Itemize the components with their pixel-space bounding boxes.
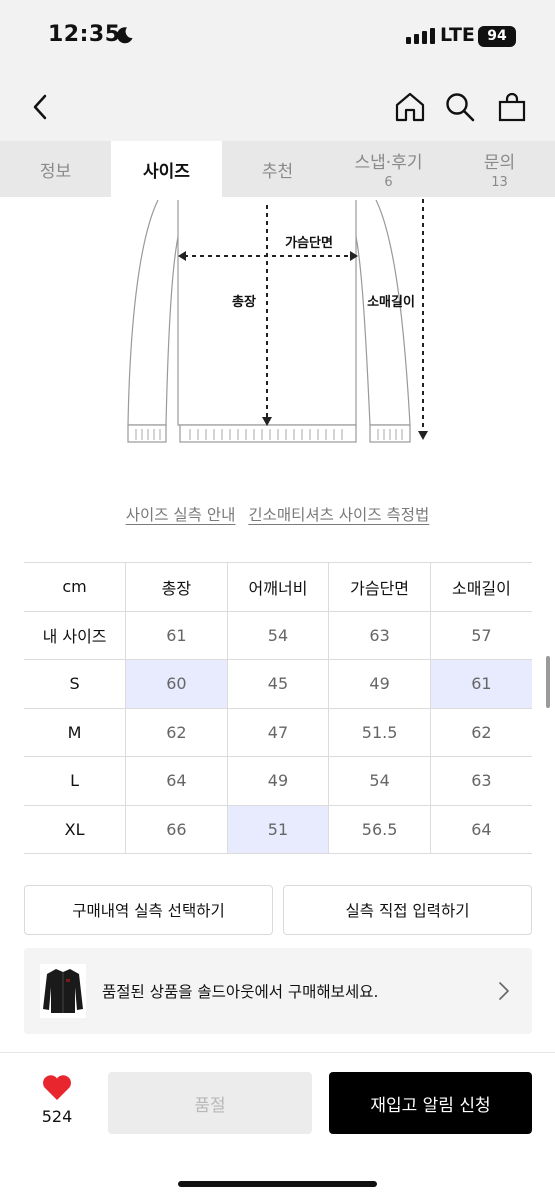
nav-bar bbox=[0, 75, 555, 141]
measurement-diagram: 가슴단면 총장 소매길이 bbox=[0, 197, 555, 457]
search-icon bbox=[446, 93, 475, 122]
table-cell-highlighted: 60 bbox=[125, 659, 228, 709]
direct-input-measure-button[interactable]: 실측 직접 입력하기 bbox=[283, 885, 532, 935]
table-cell: 63 bbox=[430, 756, 532, 806]
table-cell: 66 bbox=[125, 805, 228, 854]
table-cell: 62 bbox=[125, 708, 228, 757]
table-cell: 54 bbox=[227, 611, 330, 660]
tab-recommend[interactable]: 추천 bbox=[222, 141, 333, 197]
table-header: 소매길이 bbox=[430, 562, 532, 612]
soldout-button: 품절 bbox=[108, 1072, 312, 1134]
tab-bar: 정보 사이즈 추천 스냅·후기 6 문의 13 bbox=[0, 141, 555, 197]
chest-label: 가슴단면 bbox=[285, 235, 333, 251]
chevron-left-icon bbox=[33, 94, 47, 120]
size-guide-link[interactable]: 사이즈 실측 안내 bbox=[126, 506, 236, 524]
size-guide-links: 사이즈 실측 안내 긴소매티셔츠 사이즈 측정법 bbox=[0, 503, 555, 525]
table-cell: 51.5 bbox=[328, 708, 431, 757]
tab-label: 정보 bbox=[39, 161, 72, 182]
home-icon bbox=[395, 92, 425, 122]
cart-button[interactable] bbox=[494, 89, 530, 125]
table-row-my-size: 내 사이즈 61 54 63 57 bbox=[24, 611, 532, 660]
table-cell: 49 bbox=[328, 659, 431, 709]
home-button[interactable] bbox=[392, 89, 428, 125]
table-row-xl[interactable]: XL 66 51 56.5 64 bbox=[24, 805, 532, 854]
product-thumbnail bbox=[40, 964, 86, 1018]
table-cell: 47 bbox=[227, 708, 330, 757]
soldout-banner-text: 품절된 상품을 솔드아웃에서 구매해보세요. bbox=[102, 983, 379, 1001]
sleeve-label: 소매길이 bbox=[367, 294, 415, 310]
home-indicator bbox=[178, 1181, 377, 1187]
moon-icon bbox=[116, 27, 133, 44]
jacket-thumbnail-icon bbox=[43, 969, 83, 1013]
tab-label: 사이즈 bbox=[143, 161, 190, 182]
table-header: 총장 bbox=[125, 562, 228, 612]
table-cell: 49 bbox=[227, 756, 330, 806]
like-count: 524 bbox=[41, 1107, 73, 1126]
status-time: 12:35 bbox=[48, 22, 121, 47]
tab-label: 추천 bbox=[261, 161, 294, 182]
table-cell-highlighted: 61 bbox=[430, 659, 532, 709]
status-bar: 12:35 LTE 94 bbox=[0, 0, 555, 75]
tab-label: 문의 bbox=[483, 153, 516, 173]
tab-count: 6 bbox=[384, 175, 393, 190]
tab-info[interactable]: 정보 bbox=[0, 141, 111, 197]
tab-count: 13 bbox=[491, 175, 508, 190]
table-cell: 57 bbox=[430, 611, 532, 660]
like-button[interactable]: 524 bbox=[36, 1074, 78, 1126]
table-header: 어깨너비 bbox=[227, 562, 330, 612]
size-table: cm 총장 어깨너비 가슴단면 소매길이 내 사이즈 61 54 63 57 S… bbox=[24, 562, 532, 854]
table-cell: 61 bbox=[125, 611, 228, 660]
table-cell: M bbox=[24, 708, 127, 757]
table-cell: 56.5 bbox=[328, 805, 431, 854]
soldout-banner[interactable]: 품절된 상품을 솔드아웃에서 구매해보세요. bbox=[24, 948, 532, 1034]
restock-alert-button[interactable]: 재입고 알림 신청 bbox=[329, 1072, 532, 1134]
table-cell: 내 사이즈 bbox=[24, 611, 127, 660]
table-cell: 45 bbox=[227, 659, 330, 709]
tab-inquiry[interactable]: 문의 13 bbox=[444, 141, 555, 197]
table-row-m[interactable]: M 62 47 51.5 62 bbox=[24, 708, 532, 757]
table-cell: 63 bbox=[328, 611, 431, 660]
battery-icon: 94 bbox=[478, 26, 516, 47]
table-cell: S bbox=[24, 659, 127, 709]
shopping-bag-icon bbox=[498, 92, 526, 122]
table-cell-highlighted: 51 bbox=[227, 805, 330, 854]
search-button[interactable] bbox=[442, 89, 478, 125]
table-cell: L bbox=[24, 756, 127, 806]
heart-icon bbox=[43, 1075, 71, 1100]
back-button[interactable] bbox=[22, 89, 58, 125]
tab-snap-review[interactable]: 스냅·후기 6 bbox=[333, 141, 444, 197]
table-cell: 64 bbox=[430, 805, 532, 854]
measure-actions: 구매내역 실측 선택하기 실측 직접 입력하기 bbox=[24, 885, 532, 935]
table-row-s[interactable]: S 60 45 49 61 bbox=[24, 659, 532, 709]
table-cell: 62 bbox=[430, 708, 532, 757]
divider bbox=[0, 1052, 555, 1053]
table-cell: 64 bbox=[125, 756, 228, 806]
tab-size[interactable]: 사이즈 bbox=[111, 141, 222, 197]
length-label: 총장 bbox=[232, 294, 256, 310]
sweatshirt-illustration: 가슴단면 총장 소매길이 bbox=[127, 199, 428, 443]
table-cell: 54 bbox=[328, 756, 431, 806]
scrollbar[interactable] bbox=[546, 656, 550, 708]
measure-guide-link[interactable]: 긴소매티셔츠 사이즈 측정법 bbox=[248, 506, 429, 524]
tab-label: 스냅·후기 bbox=[354, 153, 423, 173]
table-header-row: cm 총장 어깨너비 가슴단면 소매길이 bbox=[24, 562, 532, 612]
table-cell: XL bbox=[24, 805, 127, 854]
select-purchase-measure-button[interactable]: 구매내역 실측 선택하기 bbox=[24, 885, 273, 935]
network-label: LTE bbox=[440, 24, 475, 46]
table-header: 가슴단면 bbox=[328, 562, 431, 612]
signal-icon bbox=[406, 28, 435, 44]
chevron-right-icon bbox=[499, 982, 509, 1000]
table-row-l[interactable]: L 64 49 54 63 bbox=[24, 756, 532, 806]
table-header: cm bbox=[24, 562, 127, 612]
